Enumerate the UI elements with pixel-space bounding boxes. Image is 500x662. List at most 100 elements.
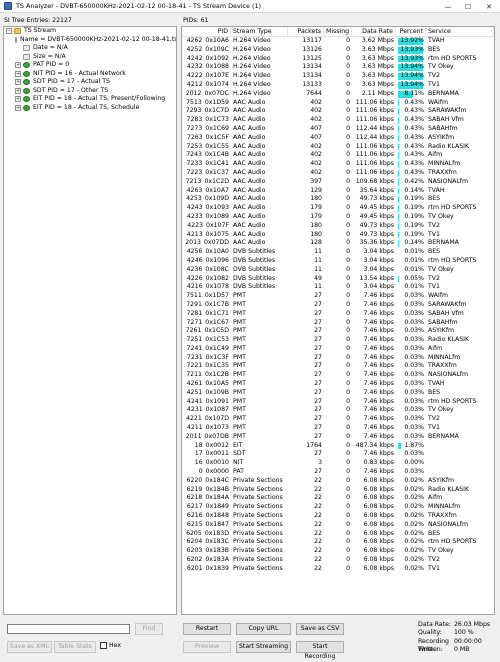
tree-node[interactable]: + PAT PID = 0	[4, 61, 176, 70]
table-row[interactable]: 4263 0x10A7 AAC Audio 129 0 35.64 kbps 0.14% TV…	[182, 187, 494, 196]
tree-node[interactable]: + EIT PID = 18 - Actual TS, Schedule	[4, 104, 176, 113]
table-row[interactable]: 7213 0x1C2D AAC Audio 397 0 109.68 kbps 0.42% N…	[182, 178, 494, 187]
table-row[interactable]: 7271 0x1C67 PMT 27 0 7.46 kbps 0.03% SABAHfm	[182, 319, 494, 328]
table-row[interactable]: 6201 0x1839 Private Sections 22 0 6.08 kbps 0.…	[182, 565, 494, 574]
tree-node[interactable]: − TS Stream	[4, 27, 176, 36]
minimize-button[interactable]: —	[438, 0, 458, 13]
table-row[interactable]: 4253 0x109D AAC Audio 180 0 49.73 kbps 0.19% BE…	[182, 195, 494, 204]
si-tree[interactable]: − TS Stream Name = DVBT-650000KHz-2021-02-…	[3, 26, 177, 615]
tree-node[interactable]: + SDT PID = 17 - Other TS	[4, 87, 176, 96]
column-header-missing[interactable]: Missing	[324, 27, 352, 37]
table-row[interactable]: 2013 0x07DD AAC Audio 128 0 35.36 kbps 0.14% BE…	[182, 239, 494, 248]
table-row[interactable]: 6218 0x184A Private Sections 22 0 6.08 kbps 0.…	[182, 494, 494, 503]
copy-url-button[interactable]: Copy URL	[236, 623, 291, 635]
table-row[interactable]: 7221 0x1C35 PMT 27 0 7.46 kbps 0.03% TRAXXfm	[182, 362, 494, 371]
maximize-button[interactable]: ☐	[458, 0, 478, 13]
table-row[interactable]: 4232 0x1088 H.264 Video 13134 0 3.63 Mbps 13.9…	[182, 63, 494, 72]
column-header-percent[interactable]: Percent	[396, 27, 426, 37]
table-row[interactable]: 7233 0x1C41 AAC Audio 402 0 111.06 kbps 0.43% M…	[182, 160, 494, 169]
preview-button[interactable]: Preview	[183, 641, 231, 653]
table-row[interactable]: 6203 0x183B Private Sections 22 0 6.08 kbps 0.…	[182, 547, 494, 556]
table-row[interactable]: 4243 0x1093 AAC Audio 179 0 49.45 kbps 0.19% rt…	[182, 204, 494, 213]
expand-icon[interactable]: +	[15, 87, 21, 94]
column-header-data-rate[interactable]: Data Rate	[352, 27, 396, 37]
table-row[interactable]: 17 0x0011 SDT 27 0 7.46 kbps 0.03%	[182, 450, 494, 459]
table-row[interactable]: 4221 0x107D PMT 27 0 7.46 kbps 0.03% TV2	[182, 415, 494, 424]
tree-node[interactable]: Name = DVBT-650000KHz-2021-02-12 00-18-4…	[4, 36, 176, 45]
expand-icon[interactable]: +	[15, 96, 21, 103]
table-row[interactable]: 4233 0x1089 AAC Audio 179 0 49.45 kbps 0.19% TV…	[182, 213, 494, 222]
table-row[interactable]: 6205 0x183D Private Sections 22 0 6.08 kbps 0.…	[182, 530, 494, 539]
tree-node[interactable]: Date = N/A	[4, 44, 176, 53]
table-row[interactable]: 6204 0x183C Private Sections 22 0 6.08 kbps 0.…	[182, 538, 494, 547]
table-row[interactable]: 7273 0x1C69 AAC Audio 407 0 112.44 kbps 0.43% S…	[182, 125, 494, 134]
hex-option[interactable]: Hex	[100, 642, 121, 649]
table-row[interactable]: 6219 0x184B Private Sections 22 0 6.08 kbps 0.…	[182, 486, 494, 495]
table-stats-button[interactable]: Table Stats	[54, 641, 96, 653]
table-row[interactable]: 2012 0x07DC H.264 Video 7644 0 2.11 Mbps 8.11%…	[182, 90, 494, 99]
table-row[interactable]: 4213 0x1075 AAC Audio 180 0 49.73 kbps 0.19% TV…	[182, 231, 494, 240]
hex-checkbox[interactable]	[100, 642, 107, 649]
table-row[interactable]: 4262 0x10A6 H.264 Video 13117 0 3.62 Mbps 13.9…	[182, 37, 494, 46]
table-row[interactable]: 7223 0x1C37 AAC Audio 402 0 111.06 kbps 0.43% T…	[182, 169, 494, 178]
start-streaming-button[interactable]: Start Streaming	[236, 641, 291, 653]
tree-node[interactable]: Size = N/A	[4, 53, 176, 62]
table-row[interactable]: 7283 0x1C73 AAC Audio 402 0 111.06 kbps 0.43% S…	[182, 116, 494, 125]
table-row[interactable]: 7261 0x1C5D PMT 27 0 7.46 kbps 0.03% ASYIKfm	[182, 327, 494, 336]
column-header-stream-type[interactable]: Stream Type	[231, 27, 288, 37]
start-recording-button[interactable]: Start Recording	[296, 641, 344, 660]
save-xml-button[interactable]: Save as XML	[7, 641, 52, 653]
table-row[interactable]: 7291 0x1C7B PMT 27 0 7.46 kbps 0.03% SARAWAKfm	[182, 301, 494, 310]
table-row[interactable]: 4246 0x1096 DVB Subtitles 11 0 3.04 kbps 0.01%…	[182, 257, 494, 266]
table-row[interactable]: 4222 0x107E H.264 Video 13134 0 3.63 Mbps 13.9…	[182, 72, 494, 81]
table-row[interactable]: 7251 0x1C53 PMT 27 0 7.46 kbps 0.03% Radio KLAS…	[182, 336, 494, 345]
tree-node[interactable]: + NIT PID = 16 - Actual Network	[4, 70, 176, 79]
column-header-service[interactable]: Service	[426, 27, 494, 37]
table-row[interactable]: 7253 0x1C55 AAC Audio 402 0 111.06 kbps 0.43% R…	[182, 143, 494, 152]
table-row[interactable]: 7243 0x1C4B AAC Audio 402 0 111.06 kbps 0.43% A…	[182, 151, 494, 160]
table-row[interactable]: 4223 0x107F AAC Audio 180 0 49.73 kbps 0.19% TV…	[182, 222, 494, 231]
table-row[interactable]: 4261 0x10A5 PMT 27 0 7.46 kbps 0.03% TVAH	[182, 380, 494, 389]
collapse-icon[interactable]: −	[6, 28, 12, 35]
close-button[interactable]: ✕	[478, 0, 500, 13]
pid-table[interactable]: PID Stream Type Packets Missing Data Rat…	[181, 26, 495, 615]
table-row[interactable]: 4241 0x1091 PMT 27 0 7.46 kbps 0.03% rtm HD SPO…	[182, 398, 494, 407]
table-row[interactable]: 4212 0x1074 H.264 Video 13133 0 3.63 Mbps 13.9…	[182, 81, 494, 90]
expand-icon[interactable]: +	[15, 79, 21, 86]
column-header-packets[interactable]: Packets	[288, 27, 324, 37]
save-csv-button[interactable]: Save as CSV	[296, 623, 344, 635]
table-row[interactable]: 4256 0x10A0 DVB Subtitles 11 0 3.04 kbps 0.01%…	[182, 248, 494, 257]
find-button[interactable]: Find	[135, 623, 163, 635]
table-row[interactable]: 6215 0x1847 Private Sections 22 0 6.08 kbps 0.…	[182, 521, 494, 530]
table-row[interactable]: 7293 0x1C7D AAC Audio 402 0 111.06 kbps 0.43% S…	[182, 107, 494, 116]
table-row[interactable]: 7281 0x1C71 PMT 27 0 7.46 kbps 0.03% SABAH Vfm	[182, 310, 494, 319]
table-row[interactable]: 6220 0x184C Private Sections 22 0 6.08 kbps 0.…	[182, 477, 494, 486]
tree-node[interactable]: + SDT PID = 17 - Actual TS	[4, 78, 176, 87]
table-row[interactable]: 6202 0x183A Private Sections 22 0 6.08 kbps 0.…	[182, 556, 494, 565]
table-row[interactable]: 7241 0x1C49 PMT 27 0 7.46 kbps 0.03% Aifm	[182, 345, 494, 354]
table-row[interactable]: 0 0x0000 PAT 27 0 7.46 kbps 0.03%	[182, 468, 494, 477]
table-row[interactable]: 7231 0x1C3F PMT 27 0 7.46 kbps 0.03% MINNALfm	[182, 354, 494, 363]
expand-icon[interactable]: +	[15, 104, 21, 111]
table-row[interactable]: 4211 0x1073 PMT 27 0 7.46 kbps 0.03% TV1	[182, 424, 494, 433]
table-row[interactable]: 4251 0x109B PMT 27 0 7.46 kbps 0.03% BES	[182, 389, 494, 398]
table-row[interactable]: 7513 0x1D59 AAC Audio 402 0 111.06 kbps 0.43% W…	[182, 99, 494, 108]
table-row[interactable]: 4236 0x108C DVB Subtitles 11 0 3.04 kbps 0.01%…	[182, 266, 494, 275]
table-row[interactable]: 4216 0x1078 DVB Subtitles 11 0 3.04 kbps 0.01%…	[182, 283, 494, 292]
table-row[interactable]: 18 0x0012 EIT 1764 0 487.34 kbps 1.87%	[182, 442, 494, 451]
restart-button[interactable]: Restart	[183, 623, 231, 635]
table-row[interactable]: 4242 0x1092 H.264 Video 13125 0 3.63 Mbps 13.9…	[182, 55, 494, 64]
tree-node[interactable]: + EIT PID = 18 - Actual TS, Present/Follo…	[4, 95, 176, 104]
table-row[interactable]: 4252 0x109C H.264 Video 13126 0 3.63 Mbps 13.9…	[182, 46, 494, 55]
table-row[interactable]: 4231 0x1087 PMT 27 0 7.46 kbps 0.03% TV Okey	[182, 406, 494, 415]
table-row[interactable]: 4226 0x1082 DVB Subtitles 49 0 13.54 kbps 0.05…	[182, 275, 494, 284]
table-row[interactable]: 6216 0x1848 Private Sections 22 0 6.08 kbps 0.…	[182, 512, 494, 521]
column-header-pid[interactable]: PID	[182, 27, 231, 37]
table-row[interactable]: 2011 0x07DB PMT 27 0 7.46 kbps 0.03% BERNAMA	[182, 433, 494, 442]
expand-icon[interactable]: +	[15, 62, 21, 69]
table-row[interactable]: 7511 0x1D57 PMT 27 0 7.46 kbps 0.03% WAIfm	[182, 292, 494, 301]
table-row[interactable]: 7263 0x1C5F AAC Audio 407 0 112.44 kbps 0.43% A…	[182, 134, 494, 143]
search-input[interactable]	[7, 624, 130, 634]
expand-icon[interactable]: +	[15, 70, 21, 77]
table-row[interactable]: 6217 0x1849 Private Sections 22 0 6.08 kbps 0.…	[182, 503, 494, 512]
